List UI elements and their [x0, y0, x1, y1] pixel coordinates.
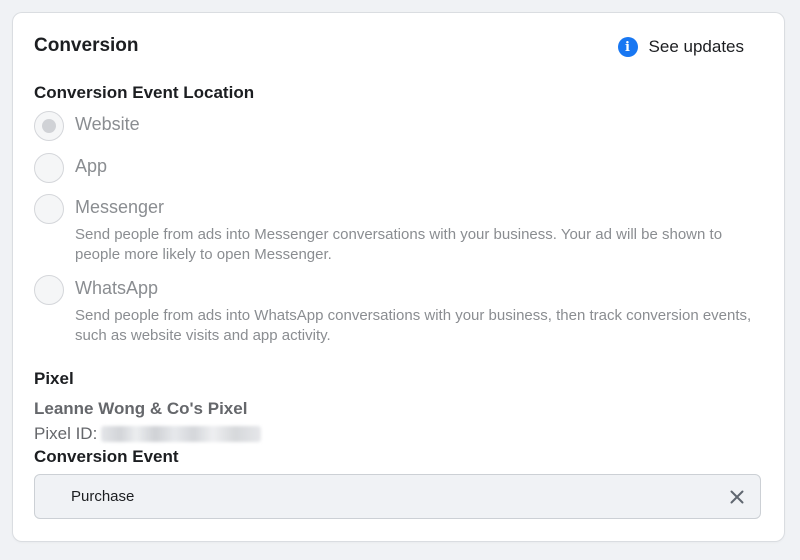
- conversion-event-value: Purchase: [71, 488, 135, 505]
- see-updates-link[interactable]: i See updates: [617, 37, 744, 57]
- option-whatsapp-description: Send people from ads into WhatsApp conve…: [75, 307, 752, 344]
- conversion-event-location-label: Conversion Event Location: [34, 83, 255, 102]
- option-whatsapp-label: WhatsApp: [75, 278, 159, 298]
- option-app-label: App: [75, 156, 108, 176]
- radio-whatsapp[interactable]: [34, 275, 64, 305]
- pixel-id-row: Pixel ID:: [34, 424, 262, 444]
- option-messenger-description: Send people from ads into Messenger conv…: [75, 226, 723, 263]
- pixel-id-redacted: [101, 426, 262, 442]
- option-website-label: Website: [75, 114, 140, 134]
- pixel-id-label: Pixel ID:: [34, 424, 98, 443]
- see-updates-label: See updates: [648, 37, 744, 56]
- option-messenger-label: Messenger: [75, 197, 165, 217]
- radio-messenger[interactable]: [34, 194, 64, 224]
- conversion-card: Conversion i See updates Conversion Even…: [13, 13, 784, 541]
- conversion-event-label: Conversion Event: [34, 447, 179, 466]
- card-title: Conversion: [34, 35, 139, 56]
- info-icon: i: [617, 37, 638, 57]
- pixel-name: Leanne Wong & Co's Pixel: [34, 399, 248, 418]
- pixel-label: Pixel: [34, 369, 74, 388]
- conversion-event-select[interactable]: Purchase: [34, 474, 761, 519]
- radio-website[interactable]: [34, 111, 64, 141]
- close-icon[interactable]: [728, 488, 746, 506]
- radio-app[interactable]: [34, 153, 64, 183]
